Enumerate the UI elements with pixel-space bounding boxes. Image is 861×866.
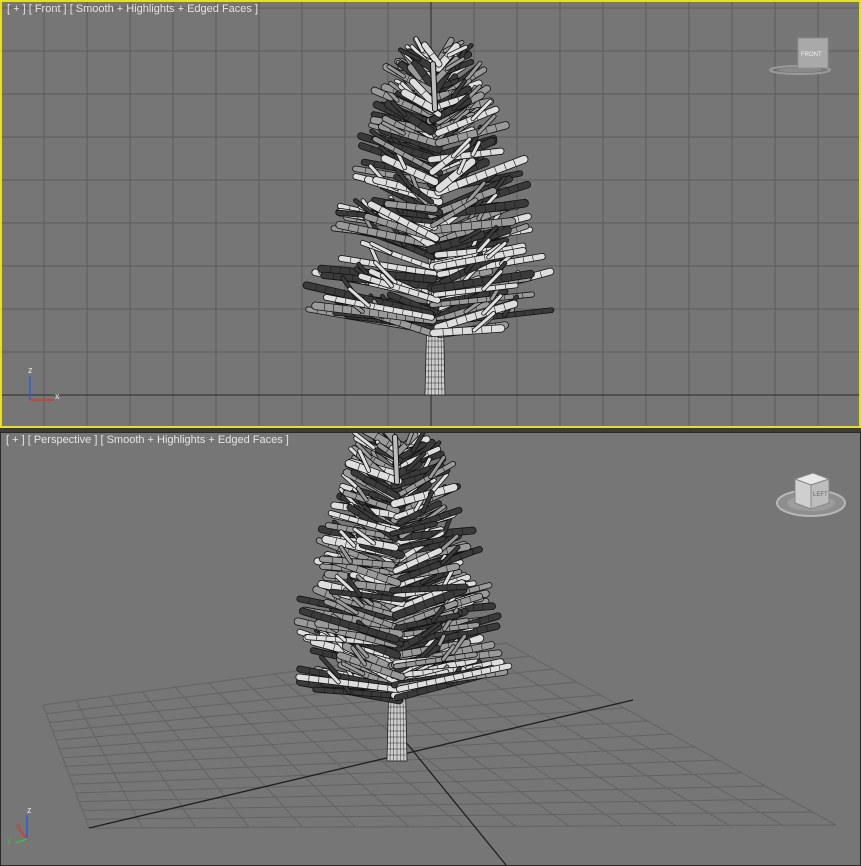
perspective-viewport[interactable]: [ + ] [ Perspective ] [ Smooth + Highlig…: [0, 432, 861, 866]
axis-x-label: x: [16, 821, 21, 831]
front-viewport[interactable]: [ + ] [ Front ] [ Smooth + Highlights + …: [0, 0, 861, 428]
viewport-label-perspective: [ + ] [ Perspective ] [ Smooth + Highlig…: [6, 434, 289, 446]
axis-tripod-icon: z x: [22, 362, 72, 407]
viewport-menu-button[interactable]: [ + ]: [6, 434, 25, 446]
view-type-menu[interactable]: [ Perspective ]: [28, 434, 98, 446]
axis-y-label: y: [7, 835, 12, 845]
axis-z-label: z: [27, 805, 32, 815]
tree-model[interactable]: [298, 433, 509, 761]
viewcube-icon[interactable]: FRONT: [767, 32, 833, 82]
view-type-menu[interactable]: [ Front ]: [29, 3, 67, 15]
viewcube-icon[interactable]: LEFT: [773, 465, 849, 525]
shading-mode-menu[interactable]: [ Smooth + Highlights + Edged Faces ]: [100, 434, 288, 446]
viewcube-face-label: FRONT: [801, 52, 822, 58]
axis-z-label: z: [28, 365, 33, 375]
viewport-label-front: [ + ] [ Front ] [ Smooth + Highlights + …: [7, 3, 258, 15]
front-grid: [2, 2, 859, 426]
tree-model[interactable]: [307, 39, 552, 395]
axis-tripod-icon: z x y: [5, 803, 50, 848]
axis-x-label: x: [55, 391, 60, 401]
viewport-menu-button[interactable]: [ + ]: [7, 3, 26, 15]
shading-mode-menu[interactable]: [ Smooth + Highlights + Edged Faces ]: [70, 3, 258, 15]
perspective-grid: [1, 433, 860, 865]
viewcube-face-label: LEFT: [813, 492, 828, 498]
